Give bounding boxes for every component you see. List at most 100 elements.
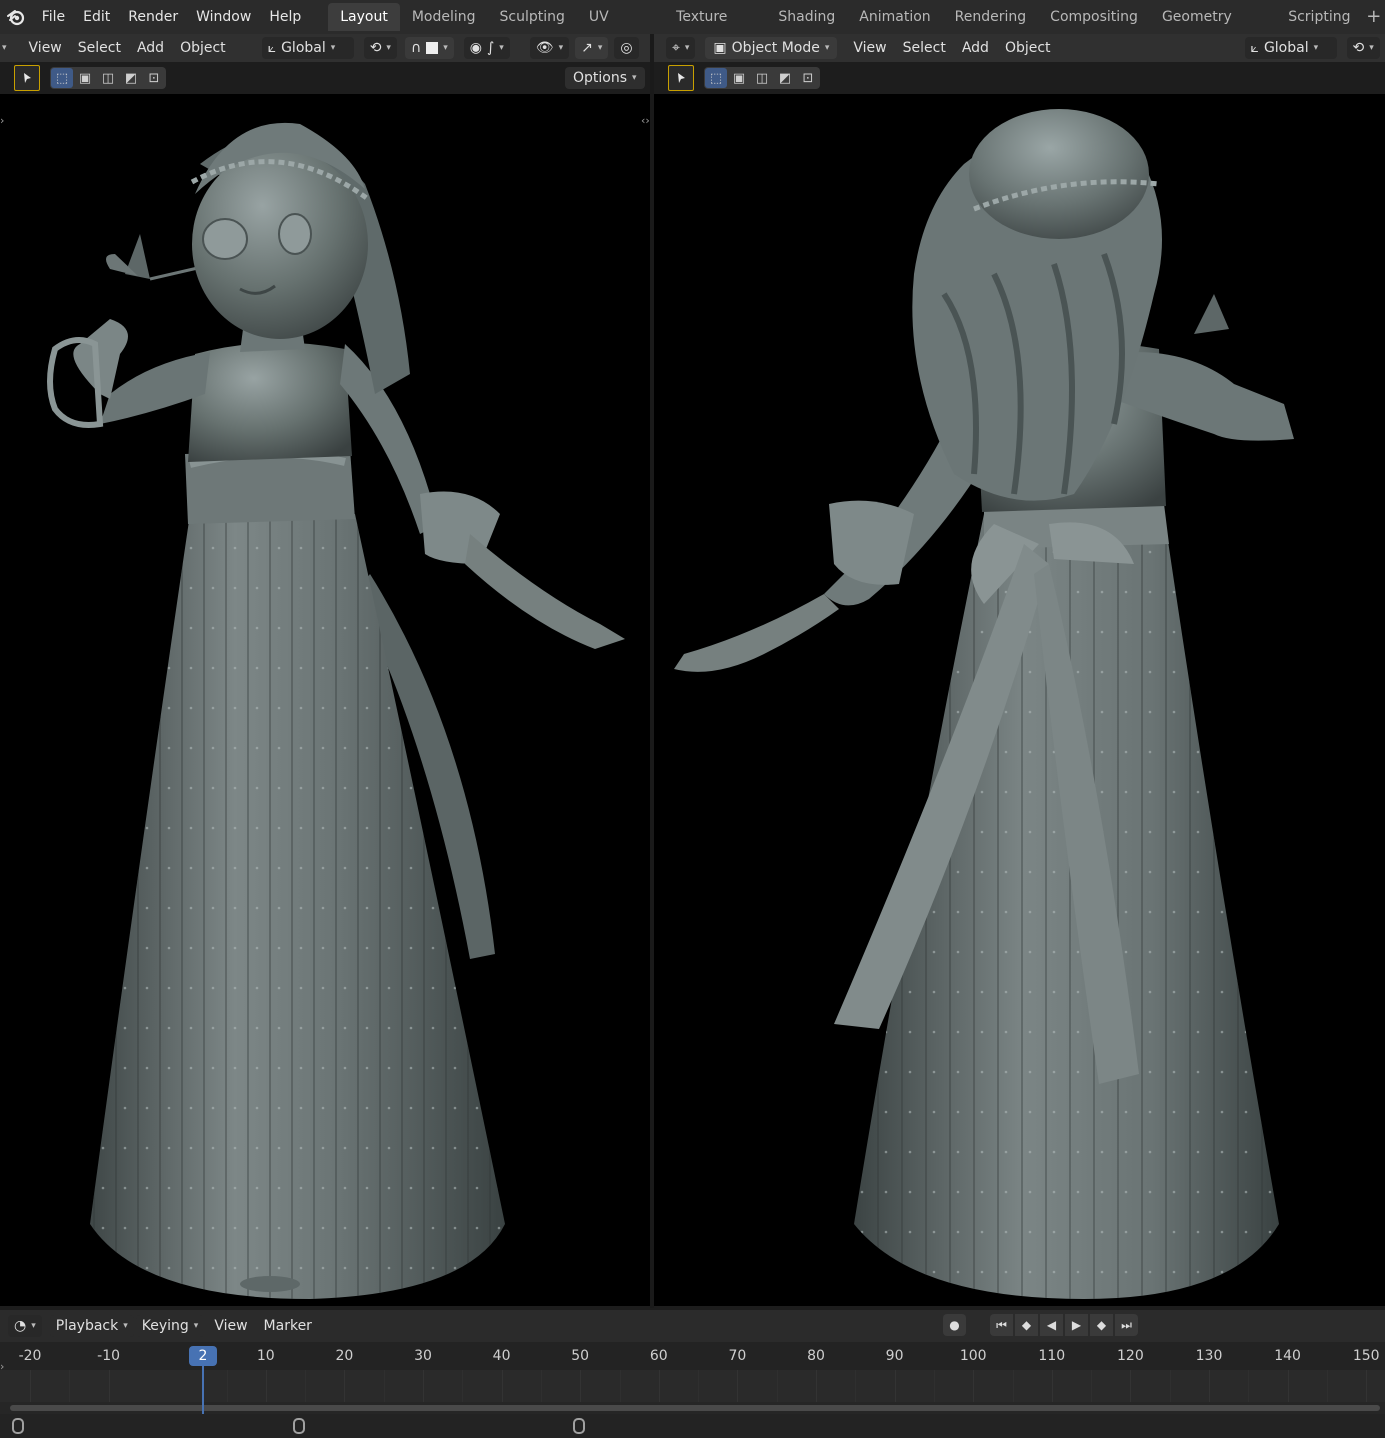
play-icon[interactable]: ▶ bbox=[1065, 1314, 1088, 1336]
top-menu-bar: File Edit Render Window Help Layout Mode… bbox=[0, 0, 1385, 53]
right-transform-orientation[interactable]: ⟀ Global ▾ bbox=[1244, 37, 1337, 59]
right-editor-type[interactable]: ⌖ ▾ bbox=[666, 37, 696, 59]
frame-gridline bbox=[894, 1370, 896, 1402]
select-extend-icon[interactable]: ▣ bbox=[728, 68, 750, 88]
tab-texture-paint[interactable]: Texture Paint bbox=[664, 3, 766, 53]
select-intersect-icon[interactable]: ⊡ bbox=[143, 68, 165, 88]
timeline-menu-view[interactable]: View bbox=[206, 1315, 255, 1337]
left-options-area: Options ▾ bbox=[565, 62, 645, 94]
select-invert-icon[interactable]: ◩ bbox=[120, 68, 142, 88]
sidebar-expand-arrows-icon[interactable]: ‹› bbox=[641, 114, 650, 127]
left-pivot-point[interactable]: ⟲ ▾ bbox=[363, 37, 397, 59]
editor-type-caret-icon[interactable]: ▾ bbox=[2, 43, 7, 53]
add-workspace-button[interactable]: + bbox=[1362, 4, 1385, 30]
right-3d-viewport[interactable] bbox=[654, 94, 1385, 1306]
select-invert-icon[interactable]: ◩ bbox=[774, 68, 796, 88]
timeline-editor-type[interactable]: ◔ ▾ bbox=[8, 1315, 42, 1337]
jump-to-previous-keyframe-icon[interactable]: ◆ bbox=[1015, 1314, 1038, 1336]
left-snap-toggle[interactable]: ∩ ▾ bbox=[404, 37, 454, 59]
timeline-keyframe-area[interactable] bbox=[0, 1370, 1385, 1402]
left-overlay-toggle[interactable]: ◎ bbox=[614, 37, 639, 59]
right-menu-add[interactable]: Add bbox=[954, 37, 997, 59]
tab-shading[interactable]: Shading bbox=[766, 3, 847, 31]
tab-scripting[interactable]: Scripting bbox=[1276, 3, 1362, 31]
workspace-tabs: Layout Modeling Sculpting UV Editing Tex… bbox=[328, 3, 1385, 53]
frame-gridline bbox=[108, 1370, 110, 1402]
tab-layout[interactable]: Layout bbox=[328, 3, 400, 31]
playhead[interactable] bbox=[201, 1362, 204, 1414]
toolbar-expand-arrow-icon[interactable]: › bbox=[0, 114, 4, 127]
left-menu-select[interactable]: Select bbox=[70, 37, 129, 59]
frame-subgridline bbox=[855, 1370, 857, 1402]
playback-menu[interactable]: Playback ▾ bbox=[49, 1315, 134, 1337]
snap-square-icon bbox=[426, 42, 439, 54]
frame-gridline bbox=[30, 1370, 31, 1402]
left-menu-add[interactable]: Add bbox=[129, 37, 172, 59]
tab-uv-editing[interactable]: UV Editing bbox=[577, 3, 664, 53]
chevron-down-icon: ▾ bbox=[31, 1321, 36, 1331]
chevron-down-icon: ▾ bbox=[443, 43, 448, 53]
chevron-down-icon: ▾ bbox=[1369, 43, 1374, 53]
mouse-middle-icon bbox=[293, 1418, 305, 1434]
left-transform-orientation[interactable]: ⟀ Global ▾ bbox=[261, 37, 354, 59]
menu-file[interactable]: File bbox=[33, 4, 74, 30]
select-subtract-icon[interactable]: ◫ bbox=[751, 68, 773, 88]
right-pivot-point[interactable]: ⟲ ▾ bbox=[1346, 37, 1380, 59]
left-menu-view[interactable]: View bbox=[21, 37, 70, 59]
jump-to-next-keyframe-icon[interactable]: ◆ bbox=[1090, 1314, 1113, 1336]
select-new-icon[interactable]: ⬚ bbox=[705, 68, 727, 88]
pivot-icon: ⟲ bbox=[369, 40, 382, 56]
tab-modeling[interactable]: Modeling bbox=[400, 3, 488, 31]
timeline-scrollbar[interactable] bbox=[0, 1402, 1385, 1414]
keying-label: Keying bbox=[141, 1318, 189, 1334]
options-dropdown[interactable]: Options ▾ bbox=[565, 67, 645, 89]
frame-tick-label: 40 bbox=[492, 1348, 511, 1364]
frame-gridline bbox=[265, 1370, 267, 1402]
tab-sculpting[interactable]: Sculpting bbox=[488, 3, 577, 31]
select-new-icon[interactable]: ⬚ bbox=[51, 68, 73, 88]
left-gizmo-toggle[interactable]: ↗ ▾ bbox=[575, 37, 609, 59]
blender-logo-icon[interactable] bbox=[0, 0, 33, 34]
right-menu-view[interactable]: View bbox=[845, 37, 894, 59]
right-menu-select[interactable]: Select bbox=[895, 37, 954, 59]
tab-compositing[interactable]: Compositing bbox=[1038, 3, 1150, 31]
timeline-scroll-thumb[interactable] bbox=[10, 1405, 1380, 1411]
keying-menu[interactable]: Keying ▾ bbox=[135, 1315, 205, 1337]
select-subtract-icon[interactable]: ◫ bbox=[97, 68, 119, 88]
frame-tick-label: 150 bbox=[1352, 1348, 1380, 1364]
menu-help[interactable]: Help bbox=[260, 4, 310, 30]
frame-gridline bbox=[580, 1370, 582, 1402]
menu-window[interactable]: Window bbox=[187, 4, 260, 30]
left-proportional-edit[interactable]: ◉ ∫ ▾ bbox=[463, 37, 510, 59]
frame-tick-label: 110 bbox=[1038, 1348, 1066, 1364]
object-mode-dropdown[interactable]: ▣ Object Mode ▾ bbox=[705, 37, 838, 59]
right-menu-object[interactable]: Object bbox=[997, 37, 1059, 59]
jump-to-end-icon[interactable]: ⏭ bbox=[1115, 1314, 1138, 1336]
frame-gridline bbox=[501, 1370, 503, 1402]
select-extend-icon[interactable]: ▣ bbox=[74, 68, 96, 88]
frame-gridline bbox=[423, 1370, 424, 1402]
menu-edit[interactable]: Edit bbox=[74, 4, 119, 30]
mouse-left-icon bbox=[12, 1418, 24, 1434]
tab-geometry-nodes[interactable]: Geometry Nodes bbox=[1150, 3, 1276, 53]
auto-keying-record-icon[interactable]: ● bbox=[943, 1314, 966, 1336]
tab-rendering[interactable]: Rendering bbox=[943, 3, 1039, 31]
frame-subgridline bbox=[540, 1370, 542, 1402]
frame-gridline bbox=[737, 1370, 739, 1402]
timeline-menu-marker[interactable]: Marker bbox=[256, 1315, 320, 1337]
play-reverse-icon[interactable]: ◀ bbox=[1040, 1314, 1063, 1336]
frame-tick-label: 100 bbox=[959, 1348, 987, 1364]
select-intersect-icon[interactable]: ⊡ bbox=[797, 68, 819, 88]
frame-subgridline bbox=[1248, 1370, 1250, 1402]
active-select-tool-icon[interactable] bbox=[14, 65, 40, 91]
left-visibility-toggle[interactable]: 👁 ▾ bbox=[529, 37, 570, 59]
timeline-frame-ruler[interactable]: › -20 -10 10 20 30 40 50 60 70 80 90 100 110 120 130 14… bbox=[0, 1342, 1385, 1373]
active-select-tool-icon[interactable] bbox=[668, 65, 694, 91]
left-menu-object[interactable]: Object bbox=[172, 37, 234, 59]
overlay-icon: ◎ bbox=[620, 40, 633, 56]
left-3d-viewport[interactable]: › ‹› bbox=[0, 94, 650, 1306]
jump-to-start-icon[interactable]: ⏮ bbox=[990, 1314, 1013, 1336]
menu-render[interactable]: Render bbox=[119, 4, 187, 30]
frame-tick-label: 80 bbox=[807, 1348, 825, 1364]
tab-animation[interactable]: Animation bbox=[847, 3, 942, 31]
